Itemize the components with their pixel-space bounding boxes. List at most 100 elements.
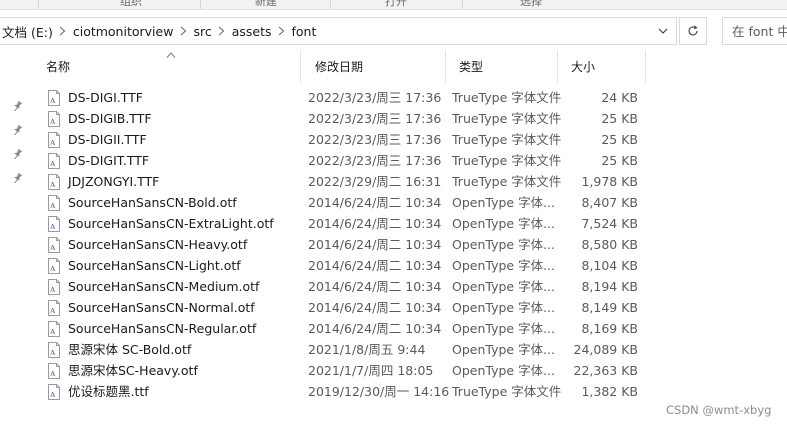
file-date: 2022/3/29/周二 16:31 <box>308 174 442 189</box>
chevron-right-icon[interactable] <box>273 18 289 44</box>
breadcrumb-item-font[interactable]: font <box>289 24 318 39</box>
column-header-name-label: 名称 <box>46 60 71 74</box>
file-date: 2014/6/24/周二 10:34 <box>308 216 442 231</box>
refresh-icon <box>688 25 698 36</box>
file-size: 8,407 KB <box>581 195 638 210</box>
watermark: CSDN @wmt-xbyg <box>666 403 772 417</box>
svg-text:A: A <box>50 390 56 399</box>
file-row[interactable]: A DS-DIGIB.TTF 2022/3/23/周三 17:36 TrueType … <box>33 108 787 129</box>
column-header-date[interactable]: 修改日期 <box>302 50 446 83</box>
file-type: OpenType 字体... <box>452 300 555 315</box>
breadcrumb: 文档 (E:) ciotmonitorview src assets font <box>0 18 318 44</box>
file-row[interactable]: A SourceHanSansCN-Bold.otf 2014/6/24/周二 10… <box>33 192 787 213</box>
file-row[interactable]: A SourceHanSansCN-ExtraLight.otf 2014/6/24… <box>33 213 787 234</box>
font-file-icon: A <box>48 90 60 106</box>
ribbon-group-open[interactable]: 打开 <box>385 0 407 9</box>
file-type: OpenType 字体... <box>452 342 555 357</box>
file-name: SourceHanSansCN-Medium.otf <box>68 279 260 294</box>
refresh-button[interactable] <box>679 17 707 45</box>
svg-text:A: A <box>50 117 56 126</box>
file-size: 25 KB <box>601 132 638 147</box>
file-row[interactable]: A 思源宋体 SC-Bold.otf 2021/1/8/周五 9:44 OpenTyp… <box>33 339 787 360</box>
font-file-icon: A <box>48 363 60 379</box>
ribbon-group-select[interactable]: 选择 <box>520 0 542 9</box>
file-name: DS-DIGII.TTF <box>68 132 147 147</box>
breadcrumb-item-src[interactable]: src <box>191 24 213 39</box>
file-type: OpenType 字体... <box>452 216 555 231</box>
file-type: OpenType 字体... <box>452 237 555 252</box>
file-type: TrueType 字体文件 <box>452 132 562 147</box>
file-date: 2022/3/23/周三 17:36 <box>308 90 442 105</box>
file-type: OpenType 字体... <box>452 195 555 210</box>
ribbon-separator <box>200 0 201 9</box>
file-type: OpenType 字体... <box>452 279 555 294</box>
search-input[interactable] <box>723 18 787 44</box>
font-file-icon: A <box>48 384 60 400</box>
file-name: JDJZONGYI.TTF <box>68 174 160 189</box>
search-box[interactable] <box>722 17 787 45</box>
file-name: DS-DIGI.TTF <box>68 90 143 105</box>
file-row[interactable]: A 优设标题黑.ttf 2019/12/30/周一 14:16 TrueType 字体… <box>33 381 787 402</box>
file-size: 8,169 KB <box>581 321 638 336</box>
file-type: TrueType 字体文件 <box>452 174 562 189</box>
pin-icon[interactable] <box>11 100 23 112</box>
file-row[interactable]: A SourceHanSansCN-Light.otf 2014/6/24/周二 1… <box>33 255 787 276</box>
svg-text:A: A <box>50 327 56 336</box>
file-row[interactable]: A SourceHanSansCN-Medium.otf 2014/6/24/周二 … <box>33 276 787 297</box>
file-name: SourceHanSansCN-ExtraLight.otf <box>68 216 274 231</box>
pin-icon[interactable] <box>11 172 23 184</box>
file-row[interactable]: A SourceHanSansCN-Heavy.otf 2014/6/24/周二 1… <box>33 234 787 255</box>
file-row[interactable]: A DS-DIGII.TTF 2022/3/23/周三 17:36 TrueType … <box>33 129 787 150</box>
svg-text:A: A <box>50 306 56 315</box>
file-date: 2014/6/24/周二 10:34 <box>308 258 442 273</box>
file-size: 8,104 KB <box>581 258 638 273</box>
file-row[interactable]: A DS-DIGI.TTF 2022/3/23/周三 17:36 TrueType 字… <box>33 87 787 108</box>
file-name: SourceHanSansCN-Light.otf <box>68 258 241 273</box>
breadcrumb-item-assets[interactable]: assets <box>230 24 274 39</box>
font-file-icon: A <box>48 279 60 295</box>
file-date: 2022/3/23/周三 17:36 <box>308 132 442 147</box>
chevron-right-icon[interactable] <box>55 18 71 44</box>
chevron-down-icon[interactable] <box>656 24 670 38</box>
file-size: 25 KB <box>601 111 638 126</box>
file-row[interactable]: A DS-DIGIT.TTF 2022/3/23/周三 17:36 TrueType … <box>33 150 787 171</box>
svg-text:A: A <box>50 222 56 231</box>
file-type: OpenType 字体... <box>452 363 555 378</box>
column-header-name[interactable]: 名称 <box>33 50 301 83</box>
breadcrumb-item-project[interactable]: ciotmonitorview <box>71 24 176 39</box>
file-list: A DS-DIGI.TTF 2022/3/23/周三 17:36 TrueType 字… <box>33 87 787 402</box>
file-size: 1,978 KB <box>581 174 638 189</box>
font-file-icon: A <box>48 132 60 148</box>
pin-icon[interactable] <box>11 124 23 136</box>
svg-text:A: A <box>50 159 56 168</box>
file-name: SourceHanSansCN-Normal.otf <box>68 300 255 315</box>
chevron-right-icon[interactable] <box>214 18 230 44</box>
file-row[interactable]: A JDJZONGYI.TTF 2022/3/29/周二 16:31 TrueType… <box>33 171 787 192</box>
file-date: 2022/3/23/周三 17:36 <box>308 153 442 168</box>
svg-text:A: A <box>50 243 56 252</box>
svg-text:A: A <box>50 348 56 357</box>
navigation-pane <box>0 50 33 428</box>
file-row[interactable]: A SourceHanSansCN-Regular.otf 2014/6/24/周二… <box>33 318 787 339</box>
breadcrumb-item-drive[interactable]: 文档 (E:) <box>0 22 55 41</box>
column-header-size[interactable]: 大小 <box>558 50 646 83</box>
ribbon-group-new[interactable]: 新建 <box>255 0 277 9</box>
ribbon-group-organize[interactable]: 组织 <box>120 0 142 9</box>
file-name: SourceHanSansCN-Heavy.otf <box>68 237 248 252</box>
file-date: 2021/1/7/周四 18:05 <box>308 363 434 378</box>
file-date: 2014/6/24/周二 10:34 <box>308 300 442 315</box>
file-date: 2014/6/24/周二 10:34 <box>308 237 442 252</box>
file-type: OpenType 字体... <box>452 321 555 336</box>
chevron-right-icon[interactable] <box>175 18 191 44</box>
file-row[interactable]: A 思源宋体SC-Heavy.otf 2021/1/7/周四 18:05 OpenTy… <box>33 360 787 381</box>
font-file-icon: A <box>48 258 60 274</box>
address-bar[interactable]: 文档 (E:) ciotmonitorview src assets font <box>0 17 677 45</box>
file-type: OpenType 字体... <box>452 258 555 273</box>
file-row[interactable]: A SourceHanSansCN-Normal.otf 2014/6/24/周二 … <box>33 297 787 318</box>
ribbon-separator <box>462 0 463 9</box>
column-header-date-label: 修改日期 <box>315 60 364 74</box>
column-header-type[interactable]: 类型 <box>446 50 558 83</box>
font-file-icon: A <box>48 321 60 337</box>
pin-icon[interactable] <box>11 148 23 160</box>
font-file-icon: A <box>48 195 60 211</box>
